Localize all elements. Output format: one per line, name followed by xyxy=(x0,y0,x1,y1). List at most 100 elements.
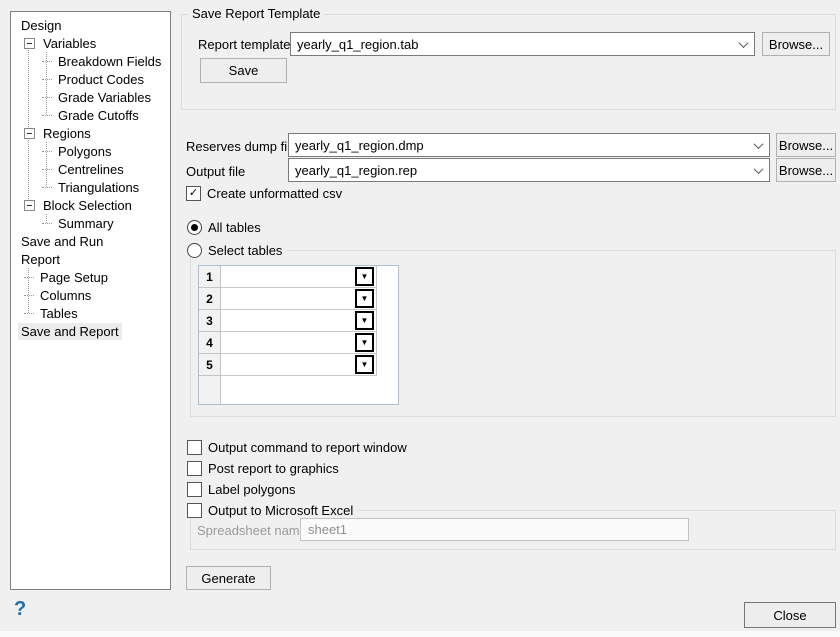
tree-item-label: Grade Variables xyxy=(55,89,154,106)
tree-item-label: Variables xyxy=(40,35,99,52)
generate-button[interactable]: Generate xyxy=(186,566,271,590)
report-template-file-combobox[interactable] xyxy=(290,32,755,56)
collapse-icon[interactable] xyxy=(24,200,35,211)
tree-item-variables[interactable]: Variables xyxy=(11,34,170,52)
tree-item-regions[interactable]: Regions xyxy=(11,124,170,142)
table-cell[interactable]: ▼ xyxy=(221,266,377,288)
chevron-down-icon[interactable] xyxy=(732,33,754,55)
tree-item-label: Grade Cutoffs xyxy=(55,107,142,124)
dropdown-icon[interactable]: ▼ xyxy=(355,267,374,286)
navigation-tree: Design Variables Breakdown Fields Produc… xyxy=(10,11,171,590)
tree-item-design[interactable]: Design xyxy=(11,16,170,34)
label-polygons-checkbox[interactable]: Label polygons xyxy=(187,482,295,497)
checkbox-label: Output command to report window xyxy=(208,440,407,455)
tree-item-columns[interactable]: Columns xyxy=(11,286,170,304)
collapse-icon[interactable] xyxy=(24,38,35,49)
checkbox-label: Post report to graphics xyxy=(208,461,339,476)
reserves-dump-file-combobox[interactable] xyxy=(288,133,770,157)
tree-item-grade-cutoffs[interactable]: Grade Cutoffs xyxy=(11,106,170,124)
select-tables-radio[interactable]: Select tables xyxy=(187,243,287,258)
checkbox-unchecked-icon[interactable] xyxy=(187,440,202,455)
collapse-icon[interactable] xyxy=(24,128,35,139)
output-file-input[interactable] xyxy=(289,163,747,178)
tree-item-label: Product Codes xyxy=(55,71,147,88)
tree-item-grade-variables[interactable]: Grade Variables xyxy=(11,88,170,106)
checkbox-unchecked-icon[interactable] xyxy=(187,503,202,518)
spreadsheet-name-input xyxy=(301,522,688,537)
help-icon[interactable]: ? xyxy=(14,598,26,621)
row-header: 4 xyxy=(199,332,221,354)
tree-connector-line xyxy=(46,214,47,223)
tree-connector xyxy=(42,169,52,170)
row-header: 2 xyxy=(199,288,221,310)
radio-unselected-icon[interactable] xyxy=(187,243,202,258)
report-template-file-input[interactable] xyxy=(291,37,732,52)
tree-item-label: Polygons xyxy=(55,143,114,160)
spreadsheet-name-field xyxy=(300,518,689,541)
output-file-label: Output file xyxy=(186,164,245,179)
chevron-down-icon[interactable] xyxy=(747,134,769,156)
table-row: 4 ▼ xyxy=(199,332,398,354)
tree-item-save-and-run[interactable]: Save and Run xyxy=(11,232,170,250)
post-report-graphics-checkbox[interactable]: Post report to graphics xyxy=(187,461,339,476)
tree-item-save-and-report[interactable]: Save and Report xyxy=(11,322,170,340)
dropdown-icon[interactable]: ▼ xyxy=(355,333,374,352)
table-cell[interactable]: ▼ xyxy=(221,310,377,332)
all-tables-radio[interactable]: All tables xyxy=(187,220,261,235)
tree-item-label: Design xyxy=(18,17,64,34)
browse-output-button[interactable]: Browse... xyxy=(776,158,836,182)
tree-item-triangulations[interactable]: Triangulations xyxy=(11,178,170,196)
checkbox-label: Create unformatted csv xyxy=(207,186,342,201)
browse-template-button[interactable]: Browse... xyxy=(762,32,830,56)
browse-dump-button[interactable]: Browse... xyxy=(776,133,836,157)
table-cell[interactable]: ▼ xyxy=(221,288,377,310)
group-title: Save Report Template xyxy=(188,6,324,21)
dropdown-icon[interactable]: ▼ xyxy=(355,289,374,308)
output-excel-checkbox[interactable]: Output to Microsoft Excel xyxy=(187,503,358,518)
window-bottom-strip xyxy=(0,631,840,637)
row-header: 5 xyxy=(199,354,221,376)
tree-connector-line xyxy=(46,52,47,115)
row-header: 1 xyxy=(199,266,221,288)
tree-item-label: Block Selection xyxy=(40,197,135,214)
output-command-checkbox[interactable]: Output command to report window xyxy=(187,440,407,455)
checkbox-label: Label polygons xyxy=(208,482,295,497)
tree-connector-line xyxy=(28,268,29,313)
tree-item-summary[interactable]: Summary xyxy=(11,214,170,232)
dropdown-icon[interactable]: ▼ xyxy=(355,311,374,330)
tree-connector xyxy=(42,151,52,152)
table-row: 1 ▼ xyxy=(199,266,398,288)
table-cell[interactable]: ▼ xyxy=(221,354,377,376)
dropdown-icon[interactable]: ▼ xyxy=(355,355,374,374)
checkbox-unchecked-icon[interactable] xyxy=(187,461,202,476)
row-header-filler xyxy=(199,376,221,404)
chevron-down-icon[interactable] xyxy=(747,159,769,181)
tree-item-report[interactable]: Report xyxy=(11,250,170,268)
table-cell[interactable]: ▼ xyxy=(221,332,377,354)
tree-item-polygons[interactable]: Polygons xyxy=(11,142,170,160)
tree-item-label: Centrelines xyxy=(55,161,127,178)
checkbox-unchecked-icon[interactable] xyxy=(187,482,202,497)
tree-item-page-setup[interactable]: Page Setup xyxy=(11,268,170,286)
tree-item-centrelines[interactable]: Centrelines xyxy=(11,160,170,178)
tree-connector xyxy=(24,313,34,314)
table-row: 3 ▼ xyxy=(199,310,398,332)
tree-item-breakdown-fields[interactable]: Breakdown Fields xyxy=(11,52,170,70)
tree-item-label: Columns xyxy=(37,287,94,304)
output-file-combobox[interactable] xyxy=(288,158,770,182)
reserves-dump-file-input[interactable] xyxy=(289,138,747,153)
radio-selected-icon[interactable] xyxy=(187,220,202,235)
table-row: 2 ▼ xyxy=(199,288,398,310)
checkbox-checked-icon[interactable]: ✓ xyxy=(186,186,201,201)
create-unformatted-csv-checkbox[interactable]: ✓ Create unformatted csv xyxy=(186,186,342,201)
row-header: 3 xyxy=(199,310,221,332)
tree-connector-line xyxy=(28,43,29,205)
tree-item-block-selection[interactable]: Block Selection xyxy=(11,196,170,214)
save-button[interactable]: Save xyxy=(200,58,287,83)
close-button[interactable]: Close xyxy=(744,602,836,628)
tree-item-label: Triangulations xyxy=(55,179,142,196)
tree-item-tables[interactable]: Tables xyxy=(11,304,170,322)
spreadsheet-name-label: Spreadsheet name xyxy=(197,523,307,538)
tree-item-product-codes[interactable]: Product Codes xyxy=(11,70,170,88)
reserves-dump-file-label: Reserves dump file xyxy=(186,139,297,154)
